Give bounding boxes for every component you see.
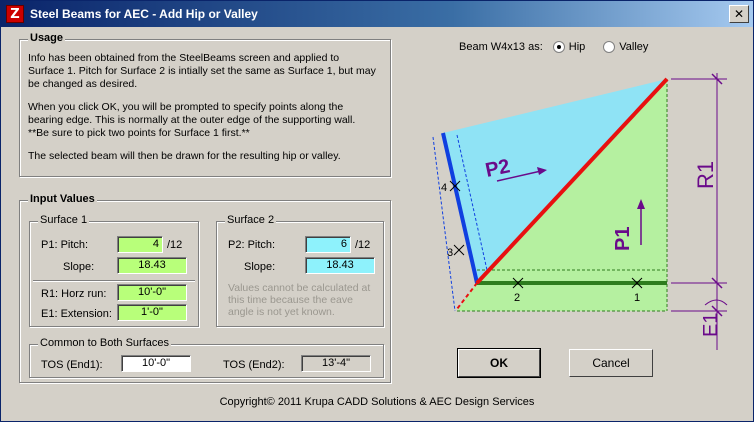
common-label: Common to Both Surfaces xyxy=(38,337,172,349)
marker-4-label: 4 xyxy=(441,182,447,194)
hip-option-label[interactable]: Hip xyxy=(569,41,586,53)
p2-pitch-unit: /12 xyxy=(355,239,371,251)
copyright-text: Copyright© 2011 Krupa CADD Solutions & A… xyxy=(219,396,535,408)
valley-radio[interactable] xyxy=(603,41,616,53)
usage-label: Usage xyxy=(28,32,66,44)
surface2-note: Values cannot be calculated at this time… xyxy=(228,282,371,318)
r1-horz-run-label: R1: Horz run: xyxy=(41,288,107,300)
valley-option-label[interactable]: Valley xyxy=(619,41,648,53)
marker-2-label: 2 xyxy=(514,292,520,304)
e1-label: E1 xyxy=(700,313,722,337)
marker-3-label: 3 xyxy=(447,247,453,259)
usage-paragraph-1: Info has been obtained from the SteelBea… xyxy=(28,52,376,90)
e1-extension-label: E1: Extension: xyxy=(41,308,112,320)
beam-type-selector: Beam W4x13 as: Hip Valley xyxy=(459,41,648,53)
e1-angle-arc xyxy=(704,299,728,306)
window-title: Steel Beams for AEC - Add Hip or Valley xyxy=(30,7,258,21)
title-bar[interactable]: Z Steel Beams for AEC - Add Hip or Valle… xyxy=(1,1,753,27)
radio-selected-dot xyxy=(556,45,561,49)
p1-pitch-label: P1: Pitch: xyxy=(41,239,89,251)
slope1-field: 18.43 xyxy=(117,257,187,274)
usage-paragraph-3: **Be sure to pick two points for Surface… xyxy=(28,127,250,139)
tos-end1-label: TOS (End1): xyxy=(41,359,103,371)
p2-pitch-label: P2: Pitch: xyxy=(228,239,276,251)
input-values-label: Input Values xyxy=(28,193,97,205)
p1-label: P1 xyxy=(612,227,634,251)
marker-1-label: 1 xyxy=(634,292,640,304)
slope1-label: Slope: xyxy=(63,261,95,273)
slope2-label: Slope: xyxy=(244,261,276,273)
tos-end2-field: 13'-4" xyxy=(301,355,371,372)
beam-type-label: Beam W4x13 as: xyxy=(459,41,543,53)
app-icon: Z xyxy=(6,5,24,23)
cancel-button[interactable]: Cancel xyxy=(569,349,653,377)
e1-extension-field[interactable]: 1'-0" xyxy=(117,304,187,321)
usage-paragraph-2: When you click OK, you will be prompted … xyxy=(28,101,356,126)
hip-radio[interactable] xyxy=(552,41,565,53)
usage-paragraph-4: The selected beam will then be drawn for… xyxy=(28,150,341,162)
slope2-field: 18.43 xyxy=(305,257,375,274)
p1-pitch-unit: /12 xyxy=(167,239,183,251)
close-button[interactable]: ✕ xyxy=(729,5,749,23)
usage-text: Info has been obtained from the SteelBea… xyxy=(28,52,378,173)
ok-button[interactable]: OK xyxy=(457,348,541,378)
tos-end2-label: TOS (End2): xyxy=(223,359,285,371)
hip-valley-diagram: 2 1 3 4 P2 P1 R1 E1 xyxy=(432,73,728,350)
r1-label: R1 xyxy=(693,161,718,189)
r1-horz-run-field[interactable]: 10'-0" xyxy=(117,284,187,301)
p2-pitch-field[interactable]: 6 xyxy=(305,236,351,253)
surface1-label: Surface 1 xyxy=(38,214,90,226)
dialog-window: Z Steel Beams for AEC - Add Hip or Valle… xyxy=(0,0,754,422)
surface2-label: Surface 2 xyxy=(225,214,277,226)
usage-group: Usage Info has been obtained from the St… xyxy=(19,32,391,177)
p1-pitch-field[interactable]: 4 xyxy=(117,236,163,253)
tos-end1-field[interactable]: 10'-0" xyxy=(121,355,191,372)
